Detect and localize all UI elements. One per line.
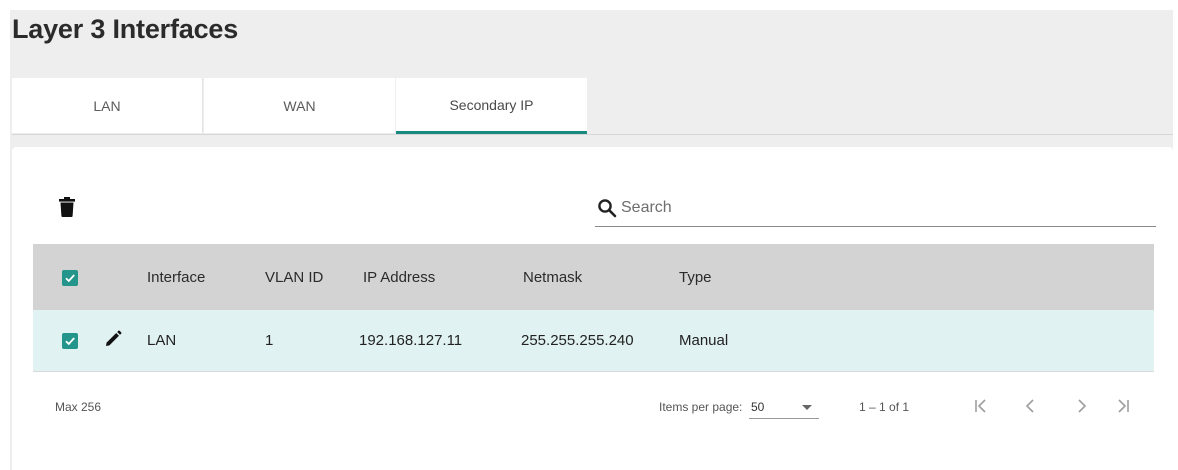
cell-netmask: 255.255.255.240 (521, 332, 634, 349)
pagination-range: 1 – 1 of 1 (859, 400, 910, 414)
column-header-vlan-id[interactable]: VLAN ID (265, 244, 323, 310)
items-per-page-label: Items per page: (659, 400, 743, 414)
content-card: Interface VLAN ID IP Address Netmask Typ… (12, 147, 1173, 470)
chevron-down-icon (802, 405, 812, 410)
column-header-type[interactable]: Type (679, 244, 712, 310)
items-per-page-select[interactable]: 50 (749, 394, 819, 419)
tab-lan[interactable]: LAN (12, 78, 203, 133)
search-icon (598, 199, 617, 218)
table-footer: Max 256 Items per page: 50 1 – 1 of 1 (33, 390, 1154, 424)
first-page-icon (975, 399, 986, 413)
next-page-button[interactable] (1069, 394, 1093, 418)
items-per-page-value: 50 (751, 400, 765, 414)
check-icon (65, 337, 75, 346)
secondary-ip-table: Interface VLAN ID IP Address Netmask Typ… (33, 244, 1154, 372)
first-page-button[interactable] (969, 394, 993, 418)
trash-icon[interactable] (59, 197, 75, 217)
search-field (595, 191, 1156, 227)
page-title: Layer 3 Interfaces (12, 14, 239, 44)
chevron-right-icon (1078, 399, 1087, 413)
search-input[interactable] (621, 195, 1141, 221)
page-container: Layer 3 Interfaces LAN WAN Secondary IP (10, 10, 1173, 470)
select-all-checkbox[interactable] (62, 270, 78, 286)
row-checkbox[interactable] (62, 333, 78, 349)
column-header-interface[interactable]: Interface (147, 244, 205, 310)
chevron-left-icon (1025, 399, 1034, 413)
cell-vlan-id: 1 (265, 332, 274, 349)
last-page-icon (1118, 399, 1129, 413)
pencil-icon[interactable] (103, 329, 123, 349)
column-header-netmask[interactable]: Netmask (523, 244, 582, 310)
tab-wan[interactable]: WAN (204, 78, 395, 133)
cell-interface: LAN (147, 332, 177, 349)
tab-bar: LAN WAN Secondary IP (12, 78, 1173, 135)
column-header-ip-address[interactable]: IP Address (363, 244, 435, 310)
cell-type: Manual (679, 332, 729, 349)
last-page-button[interactable] (1111, 394, 1135, 418)
tab-secondary-ip[interactable]: Secondary IP (396, 78, 587, 134)
previous-page-button[interactable] (1019, 394, 1043, 418)
check-icon (65, 274, 75, 283)
table-header: Interface VLAN ID IP Address Netmask Typ… (33, 244, 1154, 310)
cell-ip-address: 192.168.127.11 (359, 332, 463, 349)
table-row[interactable]: LAN 1 192.168.127.11 255.255.255.240 Man… (33, 310, 1154, 372)
max-entries-label: Max 256 (55, 400, 102, 414)
